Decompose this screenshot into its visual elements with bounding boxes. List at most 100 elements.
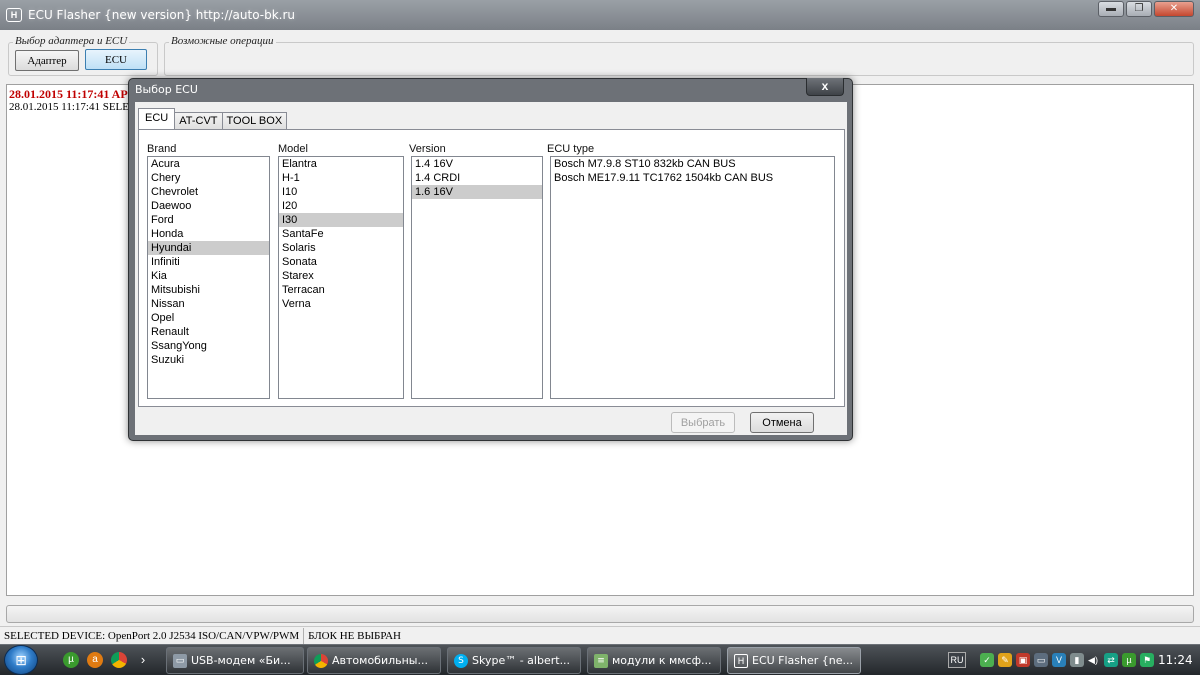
torrent-tray-icon[interactable]: µ [1122,653,1136,667]
list-item[interactable]: H-1 [279,171,403,185]
list-item[interactable]: 1.4 CRDI [412,171,542,185]
minimize-button[interactable]: ▬ [1098,1,1124,17]
tab-ecu[interactable]: ECU [138,108,176,129]
ecu-type-list[interactable]: Bosch M7.9.8 ST10 832kb CAN BUS Bosch ME1… [550,156,835,399]
windows-logo-icon: ⊞ [15,652,27,668]
list-item[interactable]: Honda [148,227,269,241]
list-item[interactable]: Suzuki [148,353,269,367]
model-list[interactable]: Elantra H-1 I10 I20 I30 SantaFe Solaris Sonata S… [278,156,404,399]
list-item[interactable]: Kia [148,269,269,283]
task-notepad[interactable]: ≡ модули к ммсф... [587,647,721,674]
more-quick-launch-icon[interactable]: › [138,652,148,668]
tab-tool-box[interactable]: TOOL BOX [221,112,288,129]
brand-list[interactable]: Acura Chery Chevrolet Daewoo Ford Honda Hyunda… [147,156,270,399]
list-item[interactable]: Chevrolet [148,185,269,199]
list-item[interactable]: Elantra [279,157,403,171]
clock[interactable]: 11:24 [1158,645,1193,676]
task-label: USB-модем «Би... [191,654,291,667]
tab-strip: ECU AT-CVT TOOL BOX [138,108,288,129]
dialog-titlebar[interactable]: Выбор ECU x [129,78,852,101]
list-item[interactable]: Starex [279,269,403,283]
list-item[interactable]: Ford [148,213,269,227]
language-indicator[interactable]: RU [948,652,966,668]
progress-bar [6,605,1194,623]
list-item[interactable]: 1.6 16V [412,185,542,199]
modem-icon: ▭ [173,653,187,668]
list-item[interactable]: Mitsubishi [148,283,269,297]
list-item[interactable]: Terracan [279,283,403,297]
version-header: Version [409,143,446,155]
ecu-type-header: ECU type [547,143,595,155]
adapter-button[interactable]: Адаптер [15,50,79,71]
notepad-icon: ≡ [594,653,608,668]
list-item[interactable]: Renault [148,325,269,339]
tray-app-icon[interactable]: ✎ [998,653,1012,667]
start-button[interactable]: ⊞ [4,645,38,675]
close-button[interactable]: ✕ [1154,1,1194,17]
ecu-flasher-icon: H [734,653,748,668]
task-label: Автомобильны... [332,654,428,667]
task-label: модули к ммсф... [612,654,712,667]
list-item[interactable]: Bosch M7.9.8 ST10 832kb CAN BUS [551,157,834,171]
dialog-title: Выбор ECU [135,83,198,96]
list-item[interactable]: I30 [279,213,403,227]
version-list[interactable]: 1.4 16V 1.4 CRDI 1.6 16V [411,156,543,399]
avast-icon[interactable]: a [87,652,103,668]
select-button[interactable]: Выбрать [671,412,735,433]
task-usb-modem[interactable]: ▭ USB-модем «Би... [166,647,304,674]
volume-icon[interactable]: ◀) [1086,653,1100,667]
antivirus-icon[interactable]: V [1052,653,1066,667]
task-ecu-flasher[interactable]: H ECU Flasher {ne... [727,647,861,674]
task-label: Skype™ - albert... [472,654,571,667]
window-controls: ▬ ❐ ✕ [1096,1,1194,17]
list-item[interactable]: Nissan [148,297,269,311]
app-logo-icon: H [6,8,22,22]
list-item[interactable]: Chery [148,171,269,185]
window-title: ECU Flasher {new version} http://auto-bk… [28,8,296,22]
task-label: ECU Flasher {ne... [752,654,854,667]
cancel-button[interactable]: Отмена [750,412,814,433]
list-item[interactable]: Opel [148,311,269,325]
list-item[interactable]: Acura [148,157,269,171]
list-item[interactable]: Verna [279,297,403,311]
brand-header: Brand [147,143,177,155]
chrome-icon[interactable] [111,652,127,668]
ecu-button[interactable]: ECU [85,49,147,70]
list-item[interactable]: Sonata [279,255,403,269]
list-item[interactable]: Solaris [279,241,403,255]
taskbar: ⊞ µ a › ▭ USB-модем «Би... Автомобильны.… [0,644,1200,675]
status-selected-device: SELECTED DEVICE: OpenPort 2.0 J2534 ISO/… [0,627,305,644]
flag-icon[interactable]: ⚑ [1140,653,1154,667]
task-chrome[interactable]: Автомобильны... [307,647,441,674]
ecu-tab-panel: Brand Model Version ECU type Acura Chery C… [138,129,845,407]
status-bar: SELECTED DEVICE: OpenPort 2.0 J2534 ISO/… [0,626,1200,644]
task-skype[interactable]: S Skype™ - albert... [447,647,581,674]
dialog-close-button[interactable]: x [806,78,844,96]
select-ecu-dialog: Выбор ECU x ECU AT-CVT TOOL BOX Brand Mo… [128,78,853,441]
maximize-button[interactable]: ❐ [1126,1,1152,17]
list-item[interactable]: SsangYong [148,339,269,353]
log-line-error: 28.01.2015 11:17:41 AP [9,87,128,101]
log-line: 28.01.2015 11:17:41 SELEC [9,101,137,113]
main-titlebar[interactable]: H ECU Flasher {new version} http://auto-… [0,0,1200,30]
adapter-group-label: Выбор адаптера и ECU [13,35,130,47]
tab-at-cvt[interactable]: AT-CVT [174,112,223,129]
network-icon[interactable]: ✓ [980,653,994,667]
list-item[interactable]: SantaFe [279,227,403,241]
list-item[interactable]: Bosch ME17.9.11 TC1762 1504kb CAN BUS [551,171,834,185]
model-header: Model [278,143,308,155]
list-item[interactable]: Daewoo [148,199,269,213]
monitor-icon[interactable]: ▭ [1034,653,1048,667]
list-item[interactable]: Hyundai [148,241,269,255]
list-item[interactable]: I10 [279,185,403,199]
status-block: БЛОК НЕ ВЫБРАН [308,629,401,642]
dialog-body: ECU AT-CVT TOOL BOX Brand Model Version … [135,102,847,435]
signal-icon[interactable]: ▮ [1070,653,1084,667]
usb-icon[interactable]: ⇄ [1104,653,1118,667]
utorrent-icon[interactable]: µ [63,652,79,668]
chrome-icon [314,653,328,668]
tray-alert-icon[interactable]: ▣ [1016,653,1030,667]
list-item[interactable]: 1.4 16V [412,157,542,171]
list-item[interactable]: Infiniti [148,255,269,269]
list-item[interactable]: I20 [279,199,403,213]
